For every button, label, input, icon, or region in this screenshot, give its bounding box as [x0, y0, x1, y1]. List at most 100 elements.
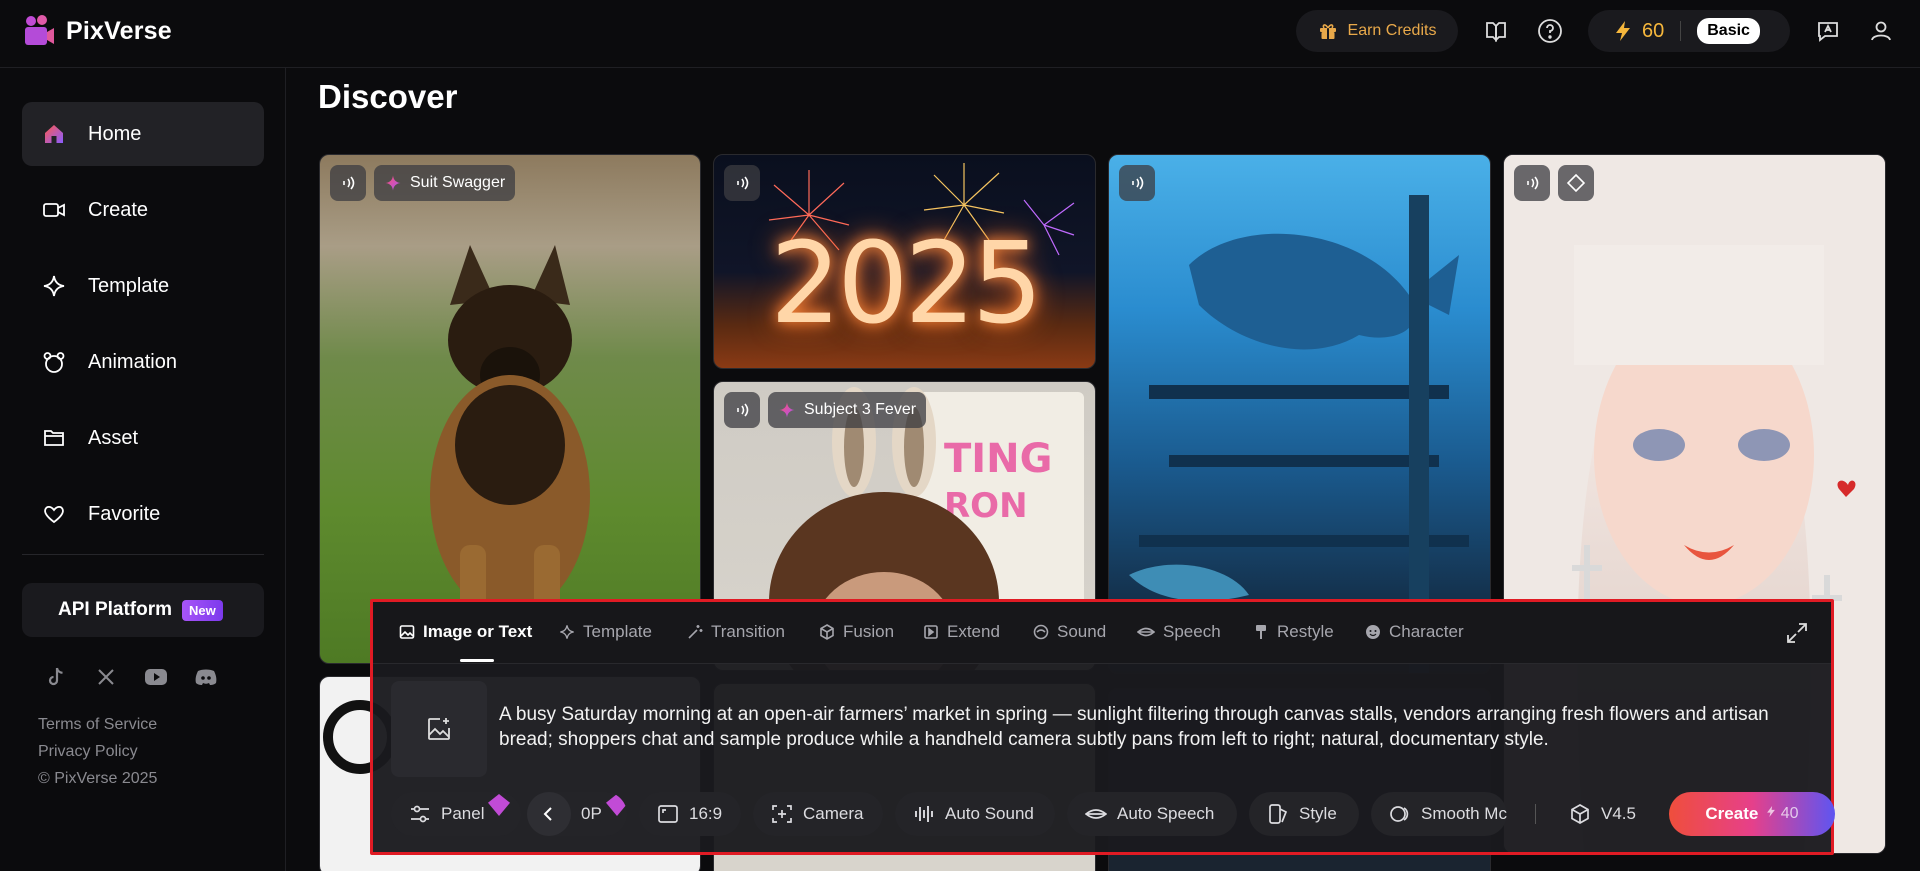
sidebar-item-label: Create	[88, 198, 149, 221]
sidebar: Home Create Template Animation Asset Fav…	[0, 68, 286, 871]
earn-credits-button[interactable]: Earn Credits	[1296, 10, 1458, 52]
prompt-input[interactable]: A busy Saturday morning at an open-air f…	[499, 702, 1809, 752]
video-card-whale[interactable]	[1108, 154, 1491, 674]
panel-label: Panel	[441, 804, 485, 823]
camera-movement-icon	[772, 805, 792, 823]
sound-wave-icon	[737, 403, 749, 417]
panel-button[interactable]: Panel	[391, 792, 521, 836]
generation-controls: Panel 0P 16:9 Camera Auto Sound Auto Spe…	[391, 792, 1835, 836]
expand-icon[interactable]	[1785, 621, 1809, 645]
template-tag[interactable]: Subject 3 Fever	[768, 392, 927, 428]
style-label: Style	[1299, 804, 1337, 823]
x-twitter-icon[interactable]	[94, 665, 118, 689]
credits-display[interactable]: 60 Basic	[1588, 10, 1790, 52]
help-icon	[1538, 19, 1562, 43]
camera-button[interactable]: Camera	[753, 792, 883, 836]
tab-transition[interactable]: Transition	[687, 622, 785, 642]
credits-count: 60	[1642, 19, 1665, 42]
whale-illustration	[1129, 195, 1469, 673]
template-tag[interactable]: Suit Swagger	[374, 165, 516, 201]
credits-divider	[1680, 21, 1682, 41]
sidebar-item-favorite[interactable]: Favorite	[22, 482, 264, 546]
page-title: Discover	[318, 78, 458, 115]
youtube-icon[interactable]	[144, 665, 168, 689]
scroll-left-button[interactable]	[527, 792, 571, 836]
tab-restyle[interactable]: Restyle	[1253, 622, 1334, 642]
sidebar-item-template[interactable]: Template	[22, 254, 264, 318]
tab-label: Image or Text	[423, 622, 533, 641]
logo[interactable]: PixVerse	[22, 14, 172, 48]
aspect-ratio-label: 16:9	[689, 804, 723, 823]
sound-indicator[interactable]	[1514, 165, 1550, 201]
auto-speech-button[interactable]: Auto Speech	[1067, 792, 1237, 836]
tab-fusion[interactable]: Fusion	[819, 622, 894, 642]
create-button[interactable]: Create 40	[1669, 792, 1835, 836]
mode-tabs: Image or Text Template Transition Fusion…	[373, 602, 1831, 664]
api-platform-button[interactable]: API Platform New	[22, 583, 264, 637]
tiktok-icon[interactable]	[44, 665, 68, 689]
book-icon	[1486, 22, 1506, 43]
feedback-button[interactable]	[1814, 17, 1842, 45]
lips-icon	[1137, 627, 1155, 637]
style-icon	[1269, 804, 1288, 824]
tab-extend[interactable]: Extend	[923, 622, 1000, 642]
guide-book-button[interactable]	[1482, 17, 1510, 45]
upload-image-button[interactable]	[391, 681, 487, 777]
camera-label: Camera	[803, 804, 864, 823]
sound-indicator[interactable]	[724, 165, 760, 201]
sound-indicator[interactable]	[1119, 165, 1155, 201]
sparkle-icon	[779, 402, 795, 418]
heart-icon	[44, 505, 64, 524]
sidebar-item-home[interactable]: Home	[22, 102, 264, 166]
sparkle-icon	[385, 175, 401, 191]
extend-icon	[924, 625, 938, 639]
profile-button[interactable]	[1867, 17, 1895, 45]
model-select[interactable]: V4.5	[1551, 792, 1655, 836]
sparkle-icon	[43, 275, 65, 297]
chevron-left-icon	[543, 807, 552, 821]
sparkle-icon	[560, 625, 574, 639]
tab-speech[interactable]: Speech	[1137, 622, 1221, 642]
template-tag[interactable]	[1558, 165, 1594, 201]
sidebar-item-create[interactable]: Create	[22, 178, 264, 242]
sidebar-item-asset[interactable]: Asset	[22, 406, 264, 470]
smooth-motion-button[interactable]: Smooth Mc	[1371, 792, 1507, 836]
feedback-icon	[1818, 22, 1838, 42]
api-platform-label: API Platform	[58, 599, 173, 620]
style-button[interactable]: Style	[1249, 792, 1359, 836]
app-name: PixVerse	[66, 16, 172, 45]
privacy-link[interactable]: Privacy Policy	[38, 743, 138, 761]
aspect-ratio-button[interactable]: 16:9	[639, 792, 741, 836]
auto-sound-button[interactable]: Auto Sound	[895, 792, 1055, 836]
tab-template[interactable]: Template	[559, 622, 652, 642]
tab-label: Speech	[1163, 622, 1221, 641]
help-button[interactable]	[1536, 17, 1564, 45]
sidebar-item-animation[interactable]: Animation	[22, 330, 264, 394]
quality-label: 0P	[581, 804, 602, 823]
tab-image-or-text[interactable]: Image or Text	[399, 622, 532, 642]
cube-icon	[1571, 804, 1589, 824]
terms-link[interactable]: Terms of Service	[38, 716, 157, 734]
tab-label: Transition	[711, 622, 786, 641]
dog-illustration	[430, 245, 590, 645]
tab-sound[interactable]: Sound	[1033, 622, 1106, 642]
video-card-dog[interactable]: Suit Swagger	[319, 154, 701, 664]
image-icon	[399, 625, 415, 639]
smooth-label: Smooth Mc	[1421, 804, 1507, 823]
video-card-fireworks[interactable]: 2025	[713, 154, 1096, 369]
auto-speech-label: Auto Speech	[1117, 804, 1215, 823]
premium-gem-icon	[488, 794, 511, 816]
new-badge: New	[182, 599, 223, 621]
sound-indicator[interactable]	[724, 392, 760, 428]
home-icon	[45, 125, 63, 143]
social-links	[44, 665, 218, 689]
earn-credits-label: Earn Credits	[1347, 22, 1437, 39]
plan-badge[interactable]: Basic	[1697, 18, 1760, 44]
paint-roller-icon	[1256, 625, 1266, 639]
sound-indicator[interactable]	[330, 165, 366, 201]
discord-icon[interactable]	[194, 665, 218, 689]
tab-character[interactable]: Character	[1365, 622, 1464, 642]
copyright-text: © PixVerse 2025	[38, 770, 158, 787]
add-image-icon	[428, 718, 450, 740]
gift-icon	[1319, 24, 1336, 39]
